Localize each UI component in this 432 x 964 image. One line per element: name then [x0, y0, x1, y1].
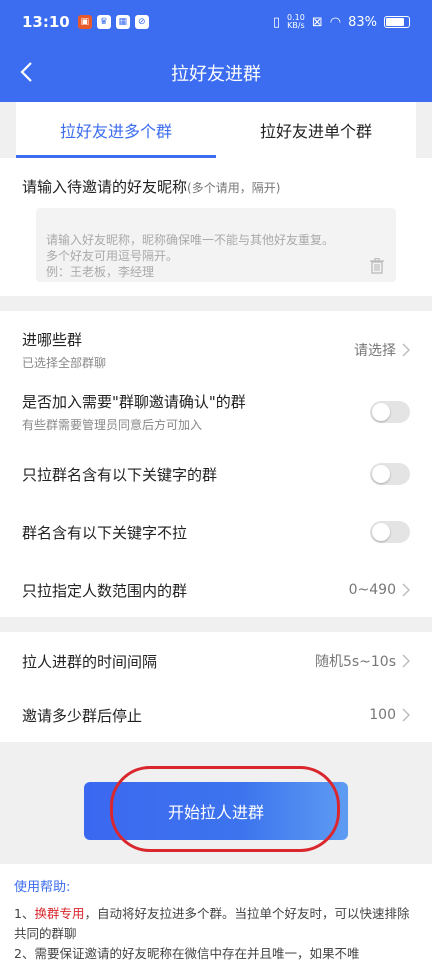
- row-interval-value: 随机5s~10s: [314, 654, 396, 670]
- row-interval-right: 随机5s~10s: [315, 651, 410, 671]
- row-member-range-label: 只拉指定人数范围内的群: [22, 581, 188, 600]
- sim-icon: ⊠: [311, 14, 323, 30]
- status-right: ▯ 0.10 KB/s ⊠ ◠ 83%: [273, 14, 410, 30]
- net-speed: 0.10 KB/s: [287, 14, 305, 30]
- link-icon: ⊘: [134, 15, 149, 29]
- back-arrow-icon[interactable]: [14, 58, 42, 86]
- row-groups-value: 请选择: [354, 343, 396, 359]
- battery-percent: 83%: [348, 14, 377, 30]
- help-line-1-highlight: 换群专用: [34, 906, 85, 921]
- row-groups-right: 请选择: [354, 340, 410, 360]
- vibrate-icon: ▯: [272, 14, 281, 30]
- tab-multi-group[interactable]: 拉好友进多个群: [16, 102, 216, 158]
- nav-bar: 拉好友进群: [0, 44, 432, 102]
- row-member-range-right: 0~490: [349, 582, 410, 598]
- row-stop-after-label: 邀请多少群后停止: [22, 706, 143, 725]
- row-keyword-only-label: 只拉群名含有以下关键字的群: [22, 465, 218, 484]
- net-speed-unit: KB/s: [287, 21, 305, 30]
- row-groups-sub: 已选择全部群聊: [22, 356, 107, 370]
- page-title: 拉好友进群: [171, 64, 261, 85]
- row-confirm-text: 是否加入需要"群聊邀请确认"的群 有些群需要管理员同意后方可加入: [22, 391, 246, 433]
- row-confirm-sub: 有些群需要管理员同意后方可加入: [22, 418, 203, 432]
- status-time: 13:10: [22, 13, 70, 31]
- app-header: 13:10 ▣ ♛ ▦ ⊘ ▯ 0.10 KB/s ⊠ ◠ 83% 拉好友进群: [0, 0, 432, 102]
- trash-icon[interactable]: [370, 258, 384, 274]
- nickname-label-text: 请输入待邀请的好友昵称: [22, 178, 188, 196]
- battery-icon: [384, 16, 410, 28]
- row-keyword-skip-label: 群名含有以下关键字不拉: [22, 523, 188, 542]
- row-groups-label: 进哪些群: [22, 331, 83, 349]
- help-line-1-prefix: 1、: [14, 906, 35, 921]
- crown-icon: ♛: [96, 15, 111, 29]
- chevron-right-icon: [402, 654, 410, 668]
- row-groups[interactable]: 进哪些群 已选择全部群聊 请选择: [0, 325, 432, 375]
- row-stop-after-value: 100: [369, 707, 396, 723]
- row-stop-after-right: 100: [369, 707, 410, 723]
- nickname-label: 请输入待邀请的好友昵称(多个请用，隔开): [22, 176, 280, 197]
- status-bar: 13:10 ▣ ♛ ▦ ⊘ ▯ 0.10 KB/s ⊠ ◠ 83%: [0, 0, 432, 44]
- start-button-area: 开始拉人进群: [0, 742, 432, 864]
- tab-bar: 拉好友进多个群 拉好友进单个群: [16, 102, 416, 158]
- keyword-skip-toggle[interactable]: [370, 521, 410, 543]
- chevron-right-icon: [402, 343, 410, 357]
- nickname-input-card: 请输入待邀请的好友昵称(多个请用，隔开) 请输入好友昵称，昵称确保唯一不能与其他…: [0, 158, 432, 296]
- row-interval[interactable]: 拉人进群的时间间隔 随机5s~10s: [0, 636, 432, 686]
- group-settings-card: 进哪些群 已选择全部群聊 请选择 是否加入需要"群聊邀请确认"的群 有些群需要管…: [0, 311, 432, 617]
- help-line-1: 1、换群专用，自动将好友拉进多个群。当拉单个好友时，可以快速排除共同的群聊: [14, 904, 418, 944]
- nickname-input[interactable]: 请输入好友昵称，昵称确保唯一不能与其他好友重复。 多个好友可用逗号隔开。 例：王…: [36, 208, 396, 282]
- keyword-only-toggle[interactable]: [370, 463, 410, 485]
- row-confirm-right: [370, 401, 410, 423]
- row-confirm: 是否加入需要"群聊邀请确认"的群 有些群需要管理员同意后方可加入: [0, 389, 432, 435]
- app-notification-icon: ▣: [77, 15, 92, 29]
- help-line-2: 2、需要保证邀请的好友昵称在微信中存在并且唯一，如果不唯: [14, 946, 360, 961]
- start-button[interactable]: 开始拉人进群: [84, 782, 348, 840]
- notification-icons: ▣ ♛ ▦ ⊘: [77, 15, 149, 29]
- chevron-right-icon: [402, 583, 410, 597]
- tab-single-group[interactable]: 拉好友进单个群: [216, 102, 416, 158]
- chevron-right-icon: [402, 708, 410, 722]
- timing-card: 拉人进群的时间间隔 随机5s~10s 邀请多少群后停止 100: [0, 632, 432, 742]
- nickname-hint: (多个请用，隔开): [187, 181, 281, 195]
- row-keyword-only-right: [370, 463, 410, 485]
- row-groups-text: 进哪些群 已选择全部群聊: [22, 329, 106, 371]
- wifi-icon: ◠: [329, 14, 342, 30]
- confirm-toggle[interactable]: [370, 401, 410, 423]
- row-keyword-skip: 群名含有以下关键字不拉: [0, 507, 432, 557]
- help-title: 使用帮助:: [14, 880, 71, 895]
- help-section: 使用帮助: 1、换群专用，自动将好友拉进多个群。当拉单个好友时，可以快速排除共同…: [0, 864, 432, 964]
- row-keyword-skip-right: [370, 521, 410, 543]
- calendar-icon: ▦: [115, 15, 130, 29]
- row-member-range-value: 0~490: [348, 582, 396, 598]
- row-confirm-label: 是否加入需要"群聊邀请确认"的群: [22, 393, 246, 411]
- row-stop-after[interactable]: 邀请多少群后停止 100: [0, 690, 432, 740]
- row-keyword-only: 只拉群名含有以下关键字的群: [0, 449, 432, 499]
- nickname-placeholder: 请输入好友昵称，昵称确保唯一不能与其他好友重复。 多个好友可用逗号隔开。 例：王…: [46, 233, 335, 279]
- row-interval-label: 拉人进群的时间间隔: [22, 652, 158, 671]
- row-member-range[interactable]: 只拉指定人数范围内的群 0~490: [0, 565, 432, 615]
